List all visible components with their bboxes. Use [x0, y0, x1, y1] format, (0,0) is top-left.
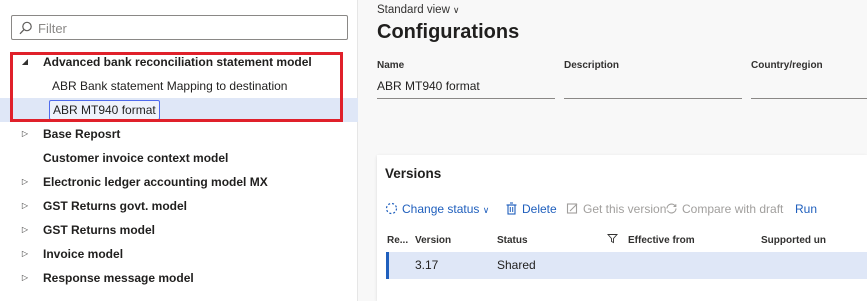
compare-with-draft-label: Compare with draft: [682, 202, 784, 216]
versions-grid-header: Re... Version Status Effective from Supp…: [377, 231, 867, 251]
status-dots-icon: [385, 202, 398, 215]
search-icon: [19, 21, 32, 35]
version-cell: 3.17: [415, 258, 439, 272]
caret-right-icon[interactable]: ▷: [20, 170, 30, 194]
tree-item-label: Base Reposrt: [43, 127, 121, 141]
configuration-tree-pane: ◢ Advanced bank reconciliation statement…: [0, 0, 358, 301]
filter-input[interactable]: [38, 19, 338, 37]
edit-icon: [566, 203, 578, 214]
tree-item-abr-bank-statement-mapping[interactable]: ABR Bank statement Mapping to destinatio…: [0, 74, 358, 98]
tree-item-gst-returns-model[interactable]: ▷ GST Returns model: [0, 218, 358, 242]
tree-item-response-message-model[interactable]: ▷ Response message model: [0, 266, 358, 290]
versions-toolbar: Change status ∨ Delete Get this version: [377, 199, 867, 219]
run-label: Run: [795, 202, 818, 216]
chevron-down-icon: ∨: [482, 205, 490, 215]
caret-right-icon[interactable]: ▷: [20, 194, 30, 218]
versions-section: Versions Change status ∨ Delete Get this…: [377, 155, 867, 301]
tree-item-label: Electronic ledger accounting model MX: [43, 175, 268, 189]
tree-item-gst-returns-govt[interactable]: ▷ GST Returns govt. model: [0, 194, 358, 218]
get-this-version-button[interactable]: Get this version: [566, 199, 666, 219]
tree-item-advanced-bank-reconciliation[interactable]: ◢ Advanced bank reconciliation statement…: [0, 50, 358, 74]
compare-with-draft-button[interactable]: Compare with draft: [665, 199, 783, 219]
name-field[interactable]: Name ABR MT940 format: [377, 60, 555, 99]
configuration-tree: ◢ Advanced bank reconciliation statement…: [0, 50, 358, 290]
tree-item-electronic-ledger-accounting[interactable]: ▷ Electronic ledger accounting model MX: [0, 170, 358, 194]
view-selector-label: Standard view: [377, 4, 450, 16]
delete-button[interactable]: Delete: [505, 199, 557, 219]
tree-item-label: GST Returns govt. model: [43, 199, 188, 213]
caret-right-icon[interactable]: ▷: [20, 266, 30, 290]
country-region-field[interactable]: Country/region: [751, 60, 867, 99]
tree-item-label: Customer invoice context model: [43, 151, 229, 165]
view-selector[interactable]: Standard view ∨: [377, 4, 459, 16]
chevron-down-icon: ∨: [452, 5, 460, 15]
description-label: Description: [564, 60, 620, 71]
trash-icon: [506, 202, 517, 215]
tree-item-customer-invoice-context[interactable]: Customer invoice context model: [0, 146, 358, 170]
tree-item-label: Response message model: [43, 271, 194, 285]
tree-item-label: ABR Bank statement Mapping to destinatio…: [52, 79, 288, 93]
page-title: Configurations: [377, 21, 520, 43]
tree-item-invoice-model[interactable]: ▷ Invoice model: [0, 242, 358, 266]
delete-label: Delete: [522, 202, 557, 216]
caret-right-icon[interactable]: ▷: [20, 218, 30, 242]
filter-funnel-icon[interactable]: [607, 231, 618, 251]
status-cell: Shared: [497, 258, 536, 272]
table-row[interactable]: 3.17 Shared: [386, 252, 867, 279]
country-region-value[interactable]: [751, 77, 867, 99]
tree-item-label: Advanced bank reconciliation statement m…: [43, 55, 312, 69]
tree-item-label: GST Returns model: [43, 223, 156, 237]
configuration-details-pane: Standard view ∨ Configurations Name ABR M…: [358, 0, 867, 301]
name-value[interactable]: ABR MT940 format: [377, 77, 555, 99]
caret-right-icon[interactable]: ▷: [20, 242, 30, 266]
country-region-label: Country/region: [751, 60, 823, 71]
tree-item-label: Invoice model: [43, 247, 124, 261]
run-button[interactable]: Run: [795, 199, 817, 219]
tree-item-base-reposrt[interactable]: ▷ Base Reposrt: [0, 122, 358, 146]
column-header-effective-from[interactable]: Effective from: [628, 231, 695, 251]
get-this-version-label: Get this version: [583, 202, 667, 216]
column-header-re[interactable]: Re...: [387, 231, 408, 251]
column-header-version[interactable]: Version: [415, 231, 451, 251]
tree-item-abr-mt940-format[interactable]: ABR MT940 format: [0, 98, 358, 122]
change-status-button[interactable]: Change status ∨: [385, 199, 489, 220]
description-value[interactable]: [564, 77, 742, 99]
column-header-status[interactable]: Status: [497, 231, 528, 251]
description-field[interactable]: Description: [564, 60, 742, 99]
change-status-label: Change status: [402, 202, 480, 216]
filter-field[interactable]: [11, 15, 348, 40]
refresh-icon: [666, 203, 677, 214]
versions-title: Versions: [385, 166, 442, 181]
caret-down-icon[interactable]: ◢: [20, 50, 30, 74]
name-label: Name: [377, 60, 405, 71]
column-header-supported[interactable]: Supported un: [761, 231, 826, 251]
tree-item-label: ABR MT940 format: [49, 100, 160, 120]
caret-right-icon[interactable]: ▷: [20, 122, 30, 146]
